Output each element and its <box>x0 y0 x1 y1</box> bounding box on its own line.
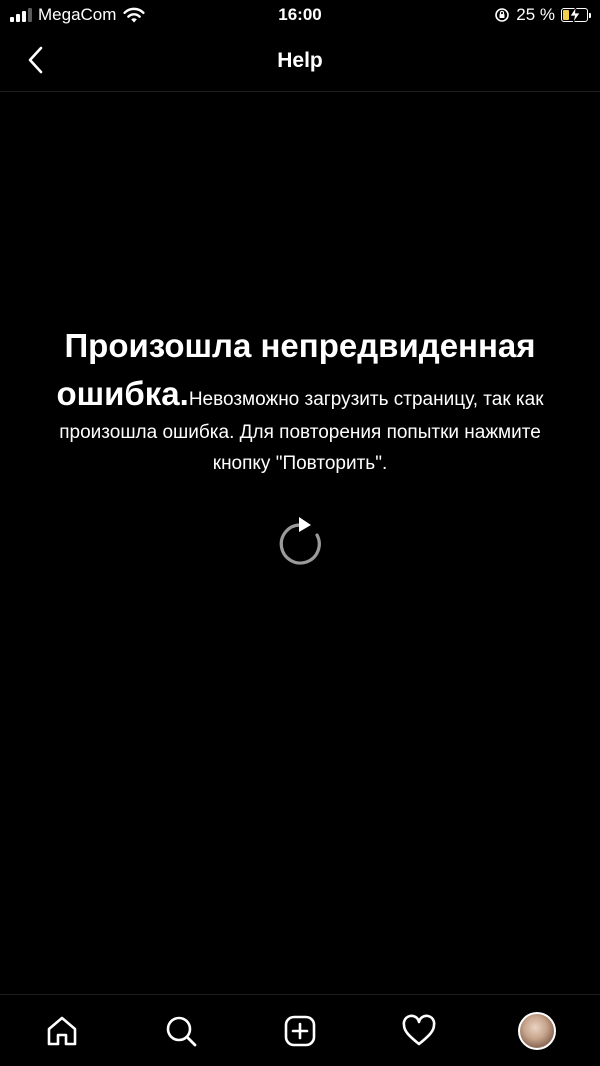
tab-profile[interactable] <box>517 1011 557 1051</box>
page-title: Help <box>277 49 323 72</box>
error-panel: Произошла непредвиденная ошибка.Невозмож… <box>40 322 560 480</box>
tab-home[interactable] <box>42 1011 82 1051</box>
battery-percent: 25 % <box>516 5 555 24</box>
status-bar-right: 25 % <box>494 5 591 25</box>
battery-icon <box>561 7 591 23</box>
add-post-icon <box>284 1015 316 1047</box>
profile-avatar <box>518 1012 556 1050</box>
tab-search[interactable] <box>161 1011 201 1051</box>
tab-add-post[interactable] <box>280 1011 320 1051</box>
orientation-lock-icon <box>495 8 510 22</box>
charging-bolt-icon <box>569 7 581 23</box>
home-icon <box>47 1016 77 1046</box>
nav-header: Help <box>0 32 600 92</box>
retry-icon <box>279 517 321 565</box>
search-icon <box>166 1016 197 1047</box>
retry-button[interactable] <box>274 516 326 568</box>
battery-nub <box>589 13 591 18</box>
tab-activity[interactable] <box>399 1011 439 1051</box>
heart-icon <box>402 1014 436 1046</box>
bottom-tab-bar <box>0 994 600 1066</box>
status-bar: MegaCom 16:00 25 % <box>0 0 600 32</box>
